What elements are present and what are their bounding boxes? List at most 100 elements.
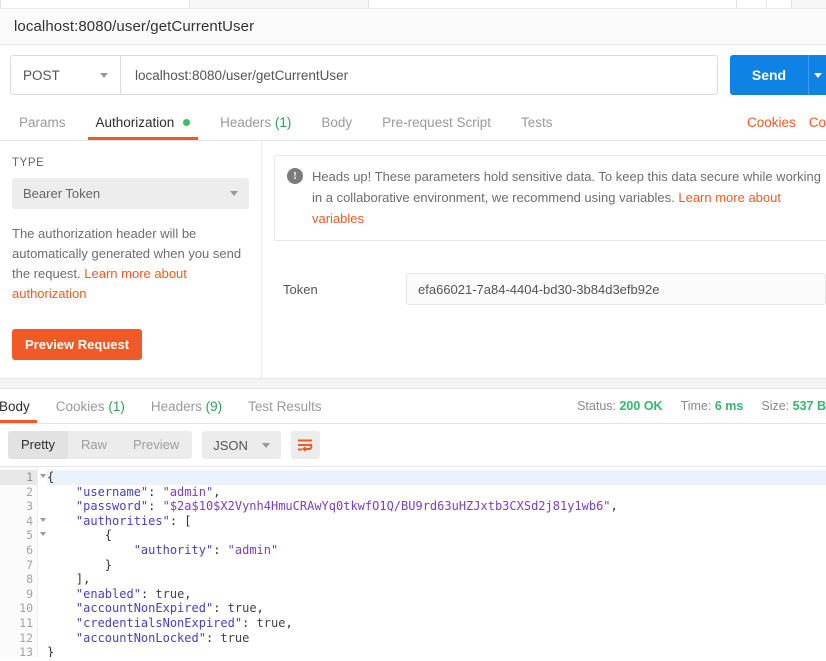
response-tab-body[interactable]: Body [0, 390, 43, 423]
tab-label: Authorization [95, 115, 175, 130]
word-wrap-toggle[interactable] [290, 431, 320, 459]
code-link[interactable]: Co [796, 106, 826, 140]
chevron-down-icon [100, 72, 108, 78]
code-line: "password": "$2a$10$X2Vynh4HmuCRAwYq0tkw… [75, 499, 618, 514]
code-line: "username": "admin", [75, 484, 221, 499]
tab-label: Tests [520, 115, 553, 130]
line-number: 13 [19, 645, 33, 657]
line-number: 12 [19, 630, 33, 645]
code-content[interactable]: { "username": "admin", "password": "$2a$… [38, 467, 826, 657]
auth-type-label: TYPE [12, 157, 45, 169]
response-tabs: Body Cookies (1) Headers (9) Test Result… [0, 389, 826, 424]
status-label: Status: [577, 399, 616, 413]
fold-caret-icon[interactable] [40, 517, 46, 522]
tab-remnant [368, 0, 738, 8]
line-number-gutter: 1 2 3 4 5 6 7 8 9 10 11 12 13 [0, 467, 46, 657]
tab-label: Headers [220, 115, 272, 130]
request-bar: POST localhost:8080/user/getCurrentUser … [0, 45, 826, 105]
code-line: { [47, 528, 113, 543]
response-tab-test-results[interactable]: Test Results [235, 390, 335, 423]
tab-remnant [0, 0, 190, 8]
line-number: 1 [0, 470, 46, 485]
view-raw-button[interactable]: Raw [68, 431, 120, 459]
line-number: 2 [26, 484, 33, 499]
auth-fields-column: ! Heads up! These parameters hold sensit… [262, 141, 826, 378]
size-label: Size: [761, 399, 790, 413]
token-row: Token efa66021-7a84-4404-bd30-3b84d3efb9… [274, 273, 826, 305]
code-line: "authorities": [ [75, 513, 192, 528]
response-tab-headers[interactable]: Headers (9) [138, 390, 235, 423]
cookies-link[interactable]: Cookies [734, 106, 796, 140]
response-tab-cookies[interactable]: Cookies (1) [43, 390, 138, 423]
status-stat: Status: 200 OK [559, 390, 663, 423]
tab-label: Params [19, 115, 66, 130]
token-value: efa66021-7a84-4404-bd30-3b84d3efb92e [418, 281, 660, 297]
time-value: 6 ms [714, 399, 744, 413]
code-line: "authority": "admin" [133, 542, 279, 557]
code-line: ], [47, 572, 91, 587]
tab-params[interactable]: Params [4, 106, 81, 140]
request-tab-links: Cookies Co [734, 106, 826, 140]
code-line: "enabled": true, [75, 586, 192, 601]
time-stat: Time: 6 ms [663, 390, 744, 423]
send-group: Send [730, 55, 826, 95]
fold-caret-icon[interactable] [40, 474, 46, 478]
chevron-down-icon [261, 442, 270, 448]
tab-label: Body [321, 115, 353, 130]
auth-type-select[interactable]: Bearer Token [12, 178, 249, 209]
request-url-value: localhost:8080/user/getCurrentUser [135, 67, 349, 83]
tab-label: Test Results [248, 399, 322, 414]
body-format-select[interactable]: JSON [202, 431, 281, 459]
code-line: "accountNonExpired": true, [75, 601, 264, 616]
token-label: Token [283, 281, 318, 297]
code-line: } [47, 557, 113, 572]
tab-remnant [736, 0, 768, 8]
sensitive-data-notice: ! Heads up! These parameters hold sensit… [274, 155, 826, 241]
tab-badge: (9) [205, 399, 223, 414]
code-line: } [47, 645, 55, 657]
tab-label: Cookies [55, 399, 105, 414]
fold-caret-icon[interactable] [40, 532, 46, 537]
time-label: Time: [680, 399, 712, 413]
tab-remnant [766, 0, 792, 8]
http-method-value: POST [23, 67, 60, 83]
body-format-value: JSON [213, 437, 248, 453]
view-pretty-button[interactable]: Pretty [8, 431, 68, 459]
line-number: 9 [26, 586, 33, 601]
tab-headers[interactable]: Headers (1) [205, 106, 306, 140]
line-number: 11 [19, 615, 33, 630]
http-method-select[interactable]: POST [10, 55, 120, 95]
exclamation-icon: ! [287, 168, 303, 184]
response-stats: Status: 200 OK Time: 6 ms Size: 537 B [559, 390, 826, 423]
line-number: 8 [26, 572, 33, 587]
line-number: 5 [0, 528, 46, 543]
request-title: localhost:8080/user/getCurrentUser [14, 18, 255, 35]
word-wrap-icon [297, 439, 313, 452]
line-number: 4 [0, 514, 46, 529]
status-value: 200 OK [619, 399, 663, 413]
response-body-code[interactable]: 1 2 3 4 5 6 7 8 9 10 11 12 13 { "username": "admin",… [0, 466, 826, 657]
auth-type-value: Bearer Token [23, 186, 101, 201]
code-line: { [47, 470, 826, 485]
request-url-input[interactable]: localhost:8080/user/getCurrentUser [120, 55, 718, 95]
tab-tests[interactable]: Tests [506, 106, 568, 140]
send-options-button[interactable] [808, 55, 826, 95]
line-number: 3 [26, 499, 33, 514]
send-button[interactable]: Send [730, 55, 808, 95]
code-line: "accountNonLocked": true [75, 630, 250, 645]
response-splitter[interactable] [0, 378, 826, 389]
tab-badge: (1) [274, 115, 292, 130]
token-input[interactable]: efa66021-7a84-4404-bd30-3b84d3efb92e [406, 273, 826, 305]
authorization-panel: TYPE Bearer Token The authorization head… [0, 141, 826, 378]
body-view-switcher: Pretty Raw Preview [8, 431, 193, 459]
tab-pre-request-script[interactable]: Pre-request Script [367, 106, 506, 140]
view-preview-button[interactable]: Preview [120, 431, 192, 459]
tab-body[interactable]: Body [306, 106, 367, 140]
line-number: 6 [26, 542, 33, 557]
auth-active-dot-icon [183, 119, 191, 126]
window-tab-strip [0, 0, 826, 9]
preview-request-button[interactable]: Preview Request [12, 329, 143, 360]
request-tabs: Params Authorization Headers (1) Body Pr… [0, 105, 826, 141]
tab-authorization[interactable]: Authorization [81, 106, 206, 140]
size-value: 537 B [792, 399, 826, 413]
